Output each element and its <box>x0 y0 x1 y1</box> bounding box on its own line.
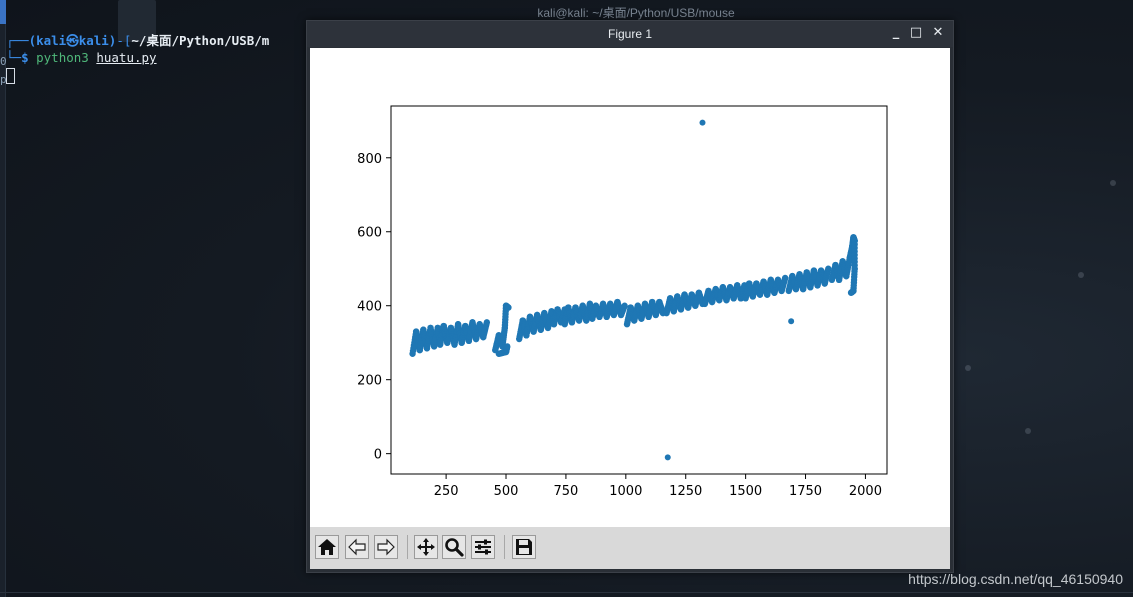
figure-window[interactable]: Figure 1 _ □ ✕ 250 500 750 1000 1250 1500 1750… <box>306 20 954 573</box>
toolbar-separator <box>407 535 408 559</box>
taskbar-edge <box>0 592 1133 593</box>
figure-titlebar[interactable]: Figure 1 _ □ ✕ <box>307 21 953 47</box>
configure-subplots-button[interactable] <box>471 535 495 559</box>
x-tick-label: 1500 <box>729 484 762 499</box>
y-tick-label: 600 <box>357 226 382 241</box>
save-button[interactable] <box>512 535 536 559</box>
background-star <box>1110 180 1116 186</box>
x-tick-label: 750 <box>554 484 579 499</box>
x-tick-label: 1000 <box>609 484 642 499</box>
terminal-cursor <box>6 67 15 84</box>
scatter-plot: 250 500 750 1000 1250 1500 1750 2000 0 200 400 600 8… <box>357 105 888 499</box>
home-button[interactable] <box>315 535 339 559</box>
figure-canvas[interactable]: 250 500 750 1000 1250 1500 1750 2000 0 200 400 600 8… <box>310 48 950 527</box>
terminal-window-title: kali@kali: ~/桌面/Python/USB/mouse <box>537 6 735 20</box>
data-point <box>825 265 832 272</box>
terminal-output[interactable]: ┌──(kali㉿kali)-[~/桌面/Python/USB/m └─$ py… <box>6 32 306 102</box>
navigation-toolbar <box>310 527 950 569</box>
pan-button[interactable] <box>414 535 438 559</box>
y-tick-label: 800 <box>357 152 382 167</box>
zoom-icon <box>445 538 464 557</box>
prompt-user: (kali㉿kali) <box>28 33 117 48</box>
command-argument: huatu.py <box>96 50 157 65</box>
forward-button[interactable] <box>374 535 398 559</box>
close-icon[interactable]: ✕ <box>931 26 945 40</box>
home-icon <box>318 539 336 555</box>
data-point <box>504 343 511 350</box>
y-tick-label: 200 <box>357 374 382 389</box>
y-tick-label: 0 <box>374 448 382 463</box>
background-star <box>1025 428 1031 434</box>
data-point <box>621 302 628 309</box>
data-point <box>781 274 789 282</box>
back-button[interactable] <box>345 535 369 559</box>
prompt-dollar: $ <box>21 50 29 65</box>
prompt-bracket: -[ <box>116 33 132 48</box>
data-point <box>483 319 491 326</box>
data-point <box>699 119 706 126</box>
figure-title: Figure 1 <box>607 27 653 41</box>
maximize-icon[interactable]: □ <box>909 26 923 40</box>
x-tick-label: 2000 <box>849 484 882 499</box>
background-star <box>965 365 971 371</box>
forward-icon <box>377 538 395 556</box>
configure-subplots-icon <box>475 539 491 555</box>
x-tick-label: 1750 <box>789 484 822 499</box>
watermark: https://blog.csdn.net/qq_46150940 <box>908 571 1123 587</box>
back-icon <box>348 538 366 556</box>
data-point <box>664 454 671 461</box>
data-point <box>847 289 855 296</box>
axes-frame <box>390 105 888 475</box>
data-point <box>788 318 795 325</box>
prompt-path: ~/桌面/Python/USB/m <box>131 33 270 48</box>
save-icon <box>516 539 532 555</box>
x-tick-label: 500 <box>494 484 519 499</box>
pan-icon <box>417 538 435 556</box>
toolbar-separator <box>504 535 505 559</box>
x-tick-label: 250 <box>434 484 459 499</box>
desktop-app-icon[interactable] <box>0 0 6 24</box>
background-star <box>1078 272 1084 278</box>
x-tick-label: 1250 <box>669 484 702 499</box>
command-text: python3 <box>36 50 89 65</box>
minimize-icon[interactable]: _ <box>889 26 903 40</box>
y-tick-label: 400 <box>357 300 382 315</box>
data-point <box>505 304 512 311</box>
zoom-button[interactable] <box>442 535 466 559</box>
